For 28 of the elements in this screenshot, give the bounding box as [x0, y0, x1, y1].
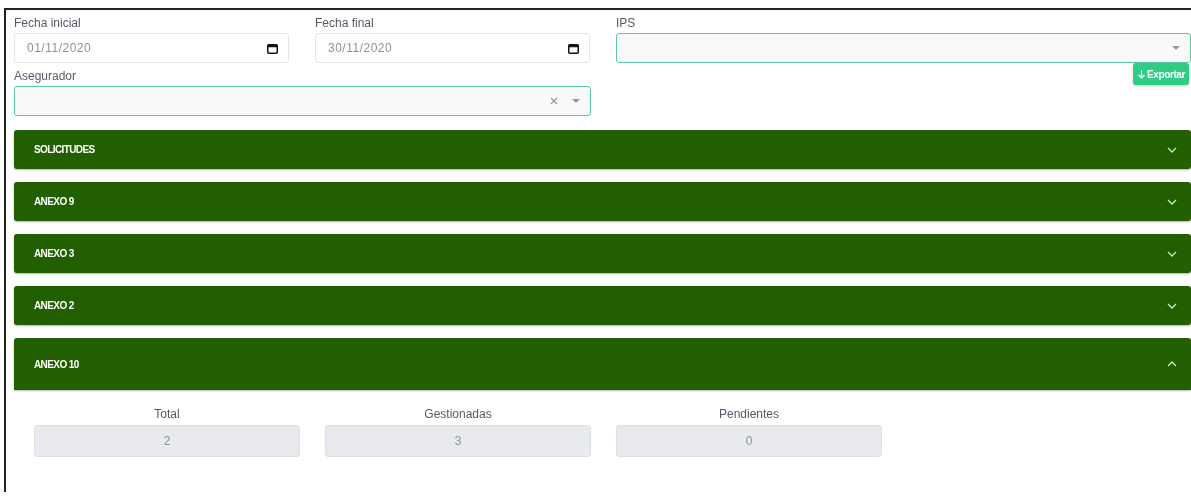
calendar-icon[interactable] — [267, 42, 278, 54]
select-field[interactable] — [616, 33, 1191, 63]
field-label: Fecha final — [315, 16, 375, 30]
dropdown-caret-icon[interactable] — [1172, 46, 1180, 50]
accordion-header[interactable]: ANEXO 9 — [14, 182, 1191, 221]
select-field[interactable] — [14, 86, 591, 116]
stat-value-field: 0 — [616, 425, 882, 457]
accordion-header[interactable]: SOLICITUDES — [14, 130, 1191, 169]
accordion-header[interactable]: ANEXO 2 — [14, 286, 1191, 325]
arrow-down-icon — [1138, 69, 1146, 79]
stat-label: Pendientes — [718, 407, 779, 421]
calendar-icon[interactable] — [568, 42, 579, 54]
stat-label: Total — [154, 407, 180, 421]
chevron-down-icon — [1167, 250, 1177, 257]
accordion-header[interactable]: ANEXO 10 — [14, 338, 1191, 390]
stat-label: Gestionadas — [424, 407, 492, 421]
field-label: Asegurador — [14, 69, 78, 83]
accordion-header[interactable]: ANEXO 3 — [14, 234, 1191, 273]
field-label: Fecha inicial — [14, 16, 82, 30]
field-label: IPS — [616, 16, 637, 30]
chevron-up-icon — [1167, 361, 1177, 367]
chevron-down-icon — [1167, 198, 1177, 205]
stat-value-field: 2 — [34, 425, 300, 457]
chevron-down-icon — [1167, 302, 1177, 309]
dropdown-caret-icon[interactable] — [572, 99, 580, 103]
clear-icon[interactable] — [550, 97, 558, 105]
stat-value-field: 3 — [325, 425, 591, 457]
chevron-down-icon — [1167, 146, 1177, 153]
